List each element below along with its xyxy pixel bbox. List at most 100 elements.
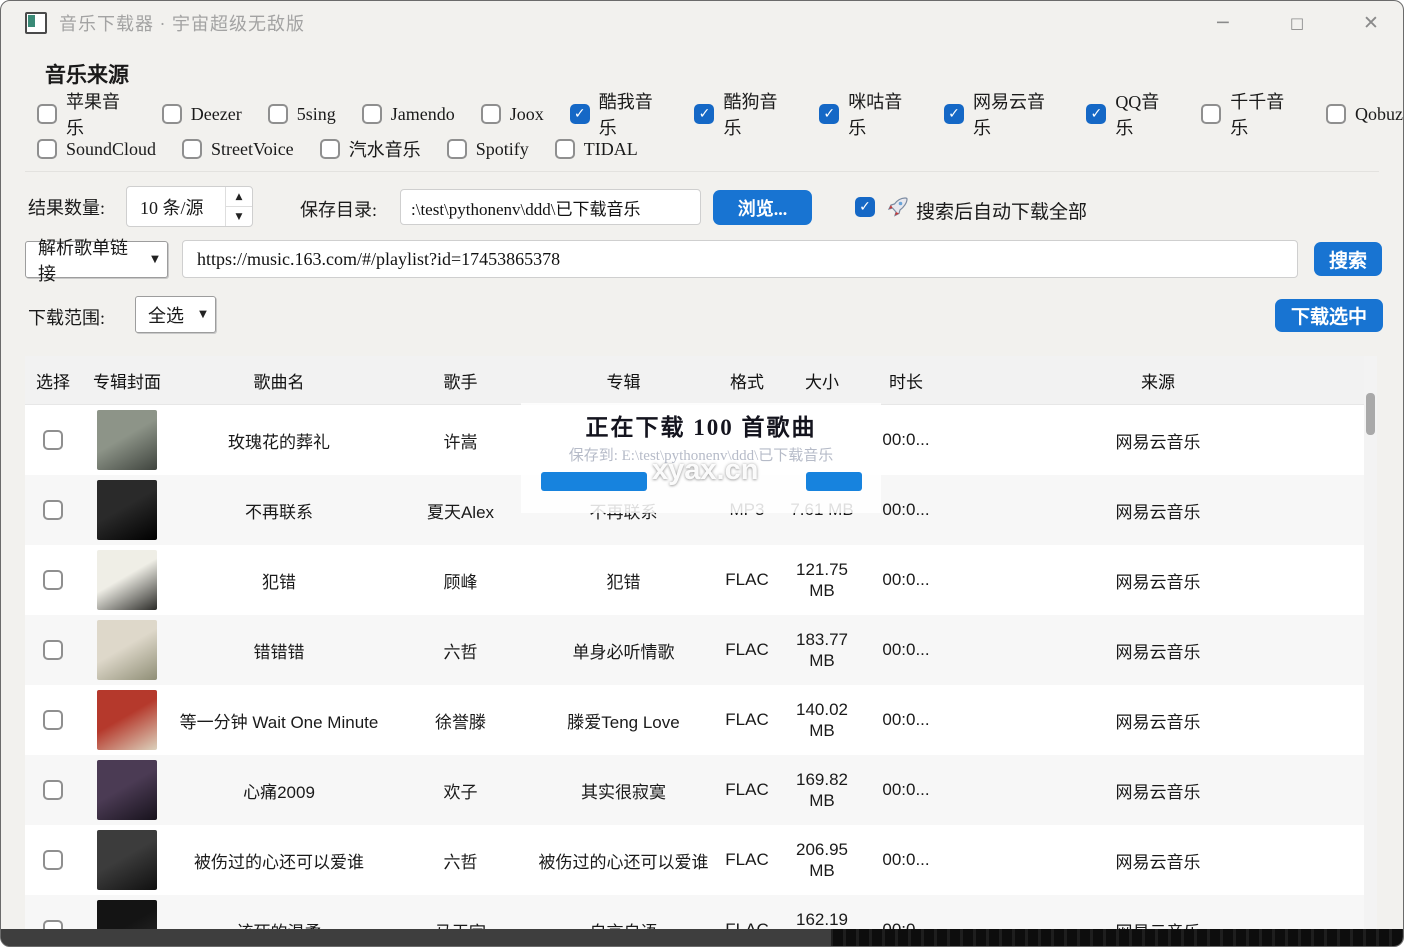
row-checkbox[interactable]: ✓	[43, 710, 63, 730]
source-checkbox[interactable]: ✓	[37, 139, 57, 159]
source-checkbox[interactable]: ✓	[944, 104, 964, 124]
spinner-down-icon[interactable]: ▼	[226, 207, 252, 226]
source-option[interactable]: ✓ SoundCloud	[37, 139, 156, 160]
maximize-icon[interactable]: □	[1283, 9, 1311, 37]
source-name: 网易云音乐	[951, 848, 1365, 873]
album-cover	[97, 690, 157, 750]
close-icon[interactable]: ✕	[1357, 9, 1385, 37]
vertical-scrollbar-thumb[interactable]	[1366, 393, 1375, 435]
source-checkbox[interactable]: ✓	[555, 139, 575, 159]
source-checkbox[interactable]: ✓	[268, 104, 288, 124]
source-name: 网易云音乐	[951, 498, 1365, 523]
row-checkbox[interactable]: ✓	[43, 430, 63, 450]
source-checkbox[interactable]: ✓	[694, 104, 714, 124]
source-option[interactable]: ✓ Joox	[481, 104, 544, 125]
source-option[interactable]: ✓ 咪咕音乐	[819, 88, 918, 140]
sources-group-title: 音乐来源	[45, 59, 129, 89]
column-header[interactable]: 时长	[861, 368, 951, 393]
source-option[interactable]: ✓ 5sing	[268, 104, 336, 125]
table-row[interactable]: ✓ 被伤过的心还可以爱谁 六哲 被伤过的心还可以爱谁 FLAC 206.95 M…	[25, 825, 1365, 895]
column-header[interactable]: 歌手	[385, 368, 536, 393]
source-checkbox[interactable]: ✓	[182, 139, 202, 159]
album-cover	[97, 480, 157, 540]
search-button[interactable]: 搜索	[1314, 242, 1382, 276]
result-count-spinner[interactable]: 10 条/源 ▲ ▼	[126, 186, 253, 227]
source-checkbox[interactable]: ✓	[1326, 104, 1346, 124]
source-option[interactable]: ✓ 苹果音乐	[37, 88, 136, 140]
source-label: 千千音乐	[1230, 88, 1300, 140]
source-option[interactable]: ✓ 酷我音乐	[570, 88, 669, 140]
minimize-icon[interactable]: ─	[1209, 9, 1237, 37]
column-header[interactable]: 格式	[711, 368, 783, 393]
source-option[interactable]: ✓ TIDAL	[555, 139, 638, 160]
song-name: 等一分钟 Wait One Minute	[173, 708, 385, 733]
browse-button[interactable]: 浏览...	[713, 190, 812, 225]
vertical-scrollbar[interactable]	[1364, 356, 1377, 929]
source-label: TIDAL	[584, 139, 638, 160]
source-checkbox[interactable]: ✓	[570, 104, 590, 124]
horizontal-scrollbar-thumb[interactable]	[1, 929, 831, 946]
sources-row-1: ✓ 苹果音乐 ✓ Deezer ✓ 5sing ✓ Jamendo ✓ Joox…	[37, 100, 1403, 128]
format: FLAC	[711, 570, 783, 590]
source-option[interactable]: ✓ Jamendo	[362, 104, 455, 125]
download-selected-button[interactable]: 下载选中	[1275, 299, 1383, 332]
table-row[interactable]: ✓ 错错错 六哲 单身必听情歌 FLAC 183.77 MB 00:0... 网…	[25, 615, 1365, 685]
table-row[interactable]: ✓ 等一分钟 Wait One Minute 徐誉滕 滕爱Teng Love F…	[25, 685, 1365, 755]
auto-download-checkbox[interactable]: ✓	[855, 197, 875, 217]
progress-bar-segment	[806, 472, 862, 491]
playlist-url-input[interactable]	[182, 240, 1298, 278]
table-row[interactable]: ✓ 犯错 顾峰 犯错 FLAC 121.75 MB 00:0... 网易云音乐	[25, 545, 1365, 615]
duration: 00:0...	[861, 780, 951, 800]
source-checkbox[interactable]: ✓	[320, 139, 340, 159]
source-label: Joox	[510, 104, 544, 125]
row-checkbox[interactable]: ✓	[43, 570, 63, 590]
source-checkbox[interactable]: ✓	[1086, 104, 1106, 124]
app-window: 音乐下载器 · 宇宙超级无敌版 ─ □ ✕ 音乐来源 ✓ 苹果音乐 ✓ Deez…	[0, 0, 1404, 947]
file-size: 140.02 MB	[783, 699, 861, 742]
album-name: 被伤过的心还可以爱谁	[536, 848, 711, 873]
column-header[interactable]: 选择	[25, 368, 81, 393]
download-range-select[interactable]: 全选 ▼	[135, 296, 216, 333]
artist-name: 顾峰	[385, 568, 536, 593]
sources-divider	[25, 171, 1379, 172]
horizontal-scrollbar[interactable]	[1, 929, 1403, 946]
source-option[interactable]: ✓ 酷狗音乐	[694, 88, 793, 140]
column-header[interactable]: 大小	[783, 368, 861, 393]
row-checkbox[interactable]: ✓	[43, 500, 63, 520]
song-name: 玫瑰花的葬礼	[173, 428, 385, 453]
spinner-up-icon[interactable]: ▲	[226, 187, 252, 207]
source-checkbox[interactable]: ✓	[447, 139, 467, 159]
source-option[interactable]: ✓ QQ音乐	[1086, 88, 1175, 140]
column-header[interactable]: 专辑	[536, 368, 711, 393]
column-header[interactable]: 歌曲名	[173, 368, 385, 393]
source-checkbox[interactable]: ✓	[481, 104, 501, 124]
save-dir-input[interactable]	[400, 189, 701, 225]
format: FLAC	[711, 780, 783, 800]
rocket-icon	[886, 195, 910, 219]
source-option[interactable]: ✓ Spotify	[447, 139, 529, 160]
source-checkbox[interactable]: ✓	[37, 104, 57, 124]
row-checkbox[interactable]: ✓	[43, 780, 63, 800]
source-checkbox[interactable]: ✓	[1201, 104, 1221, 124]
source-option[interactable]: ✓ Qobuz	[1326, 104, 1403, 125]
column-header[interactable]: 专辑封面	[81, 368, 173, 393]
column-header[interactable]: 来源	[951, 368, 1365, 393]
source-option[interactable]: ✓ StreetVoice	[182, 139, 294, 160]
source-checkbox[interactable]: ✓	[362, 104, 382, 124]
result-count-label: 结果数量:	[28, 194, 105, 220]
row-checkbox[interactable]: ✓	[43, 850, 63, 870]
source-label: SoundCloud	[66, 139, 156, 160]
source-option[interactable]: ✓ 汽水音乐	[320, 136, 421, 162]
source-name: 网易云音乐	[951, 778, 1365, 803]
source-checkbox[interactable]: ✓	[162, 104, 182, 124]
source-option[interactable]: ✓ 网易云音乐	[944, 88, 1060, 140]
table-row[interactable]: ✓ 心痛2009 欢子 其实很寂寞 FLAC 169.82 MB 00:0...…	[25, 755, 1365, 825]
row-checkbox[interactable]: ✓	[43, 640, 63, 660]
file-size: 183.77 MB	[783, 629, 861, 672]
source-option[interactable]: ✓ 千千音乐	[1201, 88, 1300, 140]
source-option[interactable]: ✓ Deezer	[162, 104, 242, 125]
artist-name: 许嵩	[385, 428, 536, 453]
album-name: 单身必听情歌	[536, 638, 711, 663]
source-checkbox[interactable]: ✓	[819, 104, 839, 124]
parse-mode-select[interactable]: 解析歌单链接 ▼	[25, 241, 168, 278]
